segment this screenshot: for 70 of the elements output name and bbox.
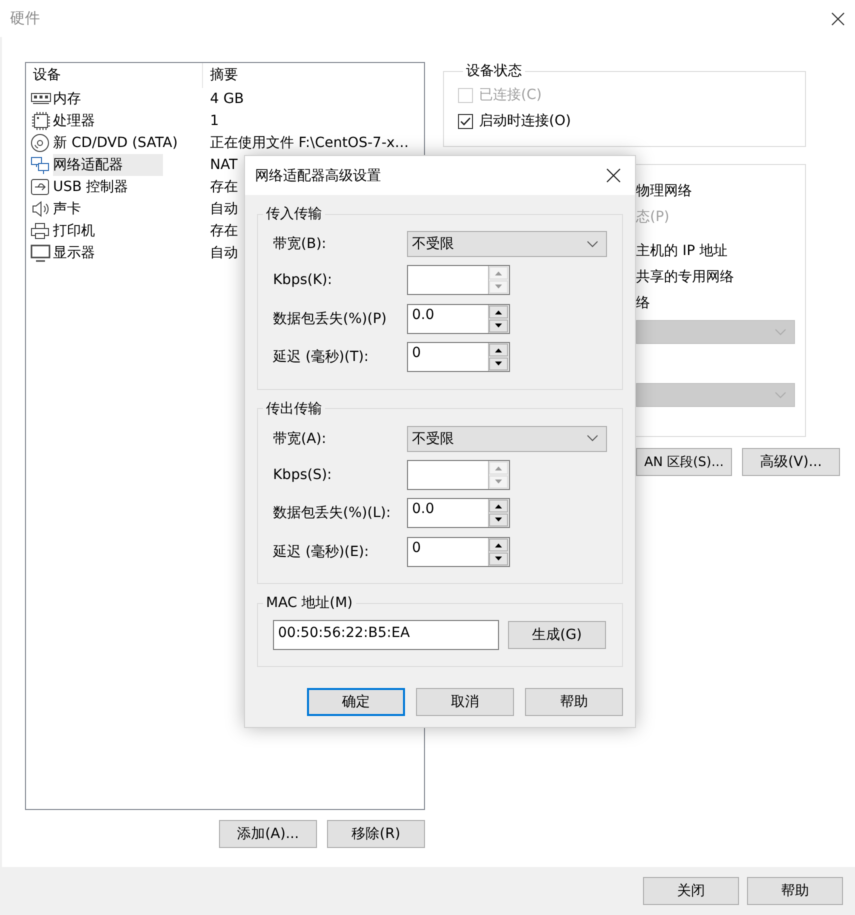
remove-button[interactable]: 移除(R) [327, 820, 425, 848]
lan-segment-button[interactable]: AN 区段(S)... [636, 448, 732, 476]
group-title: 传入传输 [265, 205, 323, 223]
device-name[interactable]: USB 控制器 [53, 176, 130, 198]
device-name[interactable]: 处理器 [53, 110, 97, 132]
device-summary: 1 [210, 112, 219, 131]
group-title: MAC 地址(M) [265, 594, 354, 612]
group-title: 设备状态 [465, 62, 523, 80]
printer-icon [30, 221, 51, 241]
mac-address-field[interactable]: 00:50:56:22:B5:EA [273, 620, 499, 650]
device-summary: NAT [210, 156, 238, 175]
checkbox[interactable] [458, 114, 473, 128]
checkbox-label: 已连接(C) [479, 86, 542, 104]
option-label: 共享的专用网络 [636, 268, 735, 287]
bandwidth-dropdown[interactable]: 不受限 [407, 426, 607, 452]
option-label: 主机的 IP 地址 [636, 242, 728, 261]
generate-button[interactable]: 生成(G) [508, 621, 606, 649]
usb-icon [30, 177, 51, 197]
window-title: 硬件 [10, 9, 40, 28]
speaker-icon [30, 199, 51, 219]
option-label: 络 [636, 294, 651, 313]
device-summary: 正在使用文件 F:\CentOS-7-x… [210, 134, 409, 153]
device-name[interactable]: 新 CD/DVD (SATA) [53, 132, 180, 154]
spin-field[interactable]: 0.0 [407, 304, 510, 334]
processor-icon [30, 111, 51, 131]
field-label: 数据包丢失(%)(L): [273, 504, 392, 522]
close-icon[interactable] [831, 12, 845, 26]
device-summary: 自动 [210, 200, 238, 219]
add-button[interactable]: 添加(A)... [219, 820, 317, 848]
close-icon[interactable] [606, 168, 621, 183]
disc-icon [30, 133, 51, 153]
device-summary: 存在 [210, 222, 238, 241]
device-name[interactable]: 显示器 [53, 242, 97, 264]
close-button[interactable]: 关闭 [643, 877, 739, 905]
field-label: 延迟 (毫秒)(T): [273, 348, 370, 366]
option-label: 态(P) [636, 208, 670, 227]
device-name[interactable]: 网络适配器 [53, 154, 163, 176]
field-label: 数据包丢失(%)(P) [273, 310, 388, 328]
device-summary: 4 GB [210, 90, 244, 109]
field-label: Kbps(K): [273, 272, 334, 288]
checkbox-label: 启动时连接(O) [479, 112, 571, 130]
field-label: Kbps(S): [273, 466, 333, 483]
chevron-down-icon [775, 328, 786, 336]
bandwidth-dropdown[interactable]: 不受限 [407, 231, 607, 257]
group-title: 传出传输 [265, 400, 323, 418]
field-label: 带宽(A): [273, 430, 328, 448]
spin-field[interactable]: 0 [407, 536, 510, 567]
ok-button[interactable]: 确定 [307, 688, 405, 716]
spin-field[interactable]: 0 [407, 342, 510, 372]
device-name[interactable]: 打印机 [53, 220, 97, 242]
chevron-down-icon [587, 435, 598, 442]
spin-field[interactable]: 0.0 [407, 498, 510, 528]
option-label: 物理网络 [636, 182, 693, 201]
chevron-down-icon [587, 240, 598, 248]
help-button[interactable]: 帮助 [525, 688, 623, 716]
column-header[interactable]: 设备 [26, 63, 203, 88]
chevron-down-icon [775, 392, 786, 398]
column-header[interactable]: 摘要 [203, 63, 424, 88]
device-name[interactable]: 声卡 [53, 198, 83, 220]
device-summary: 自动 [210, 244, 238, 263]
device-name[interactable]: 内存 [53, 88, 83, 110]
device-summary: 存在 [210, 178, 238, 197]
advanced-button[interactable]: 高级(V)... [742, 448, 840, 476]
monitor-icon [30, 243, 51, 263]
cancel-button[interactable]: 取消 [416, 688, 514, 716]
dialog-title: 网络适配器高级设置 [255, 166, 381, 184]
help-button[interactable]: 帮助 [747, 877, 843, 905]
network-icon [30, 155, 51, 175]
field-label: 带宽(B): [273, 235, 328, 253]
field-label: 延迟 (毫秒)(E): [273, 542, 370, 561]
